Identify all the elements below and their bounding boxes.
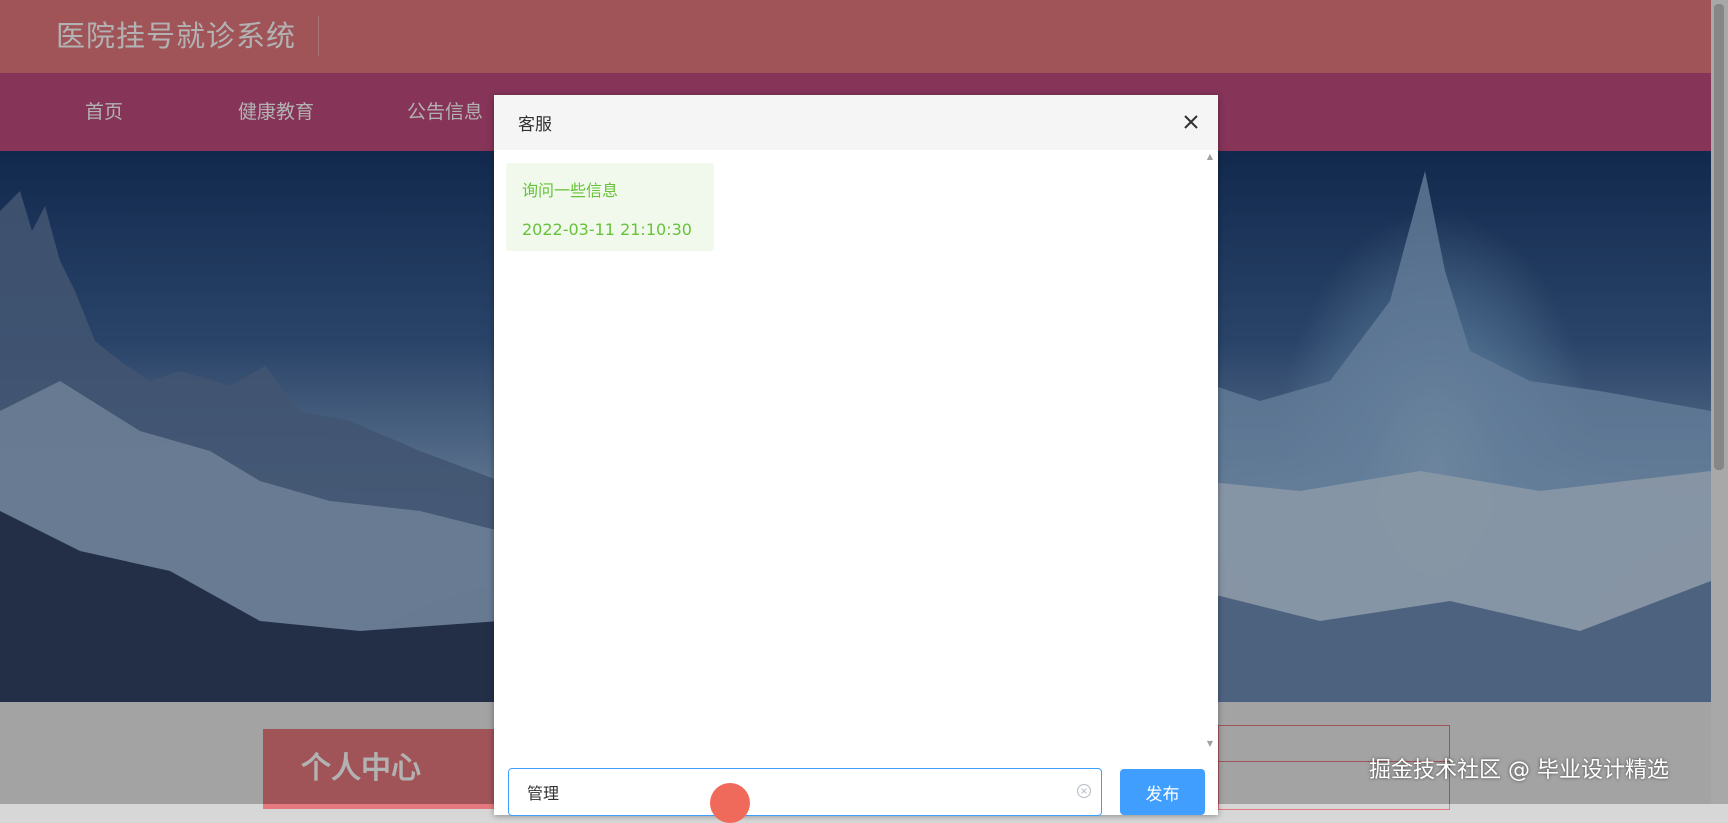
mouse-cursor-indicator [710, 783, 750, 823]
message-text: 询问一些信息 [522, 181, 619, 200]
dialog-header: 客服 [494, 95, 1218, 150]
scroll-down-arrow-icon[interactable]: ▼ [1205, 739, 1215, 749]
scroll-up-arrow-icon[interactable]: ▲ [1205, 152, 1215, 162]
publish-button[interactable]: 发布 [1120, 769, 1205, 815]
message-timestamp: 2022-03-11 21:10:30 [522, 220, 692, 239]
message-input[interactable] [525, 769, 1049, 815]
clear-icon[interactable] [1076, 783, 1092, 799]
watermark: 掘金技术社区 @ 毕业设计精选 [1369, 758, 1669, 783]
close-icon[interactable] [1180, 111, 1202, 133]
dialog-title: 客服 [518, 115, 552, 135]
customer-service-dialog: 客服 询问一些信息 2022-03-11 21:10:30 ▲ ▼ 发布 [494, 95, 1218, 816]
message-input-wrapper[interactable] [508, 768, 1102, 816]
